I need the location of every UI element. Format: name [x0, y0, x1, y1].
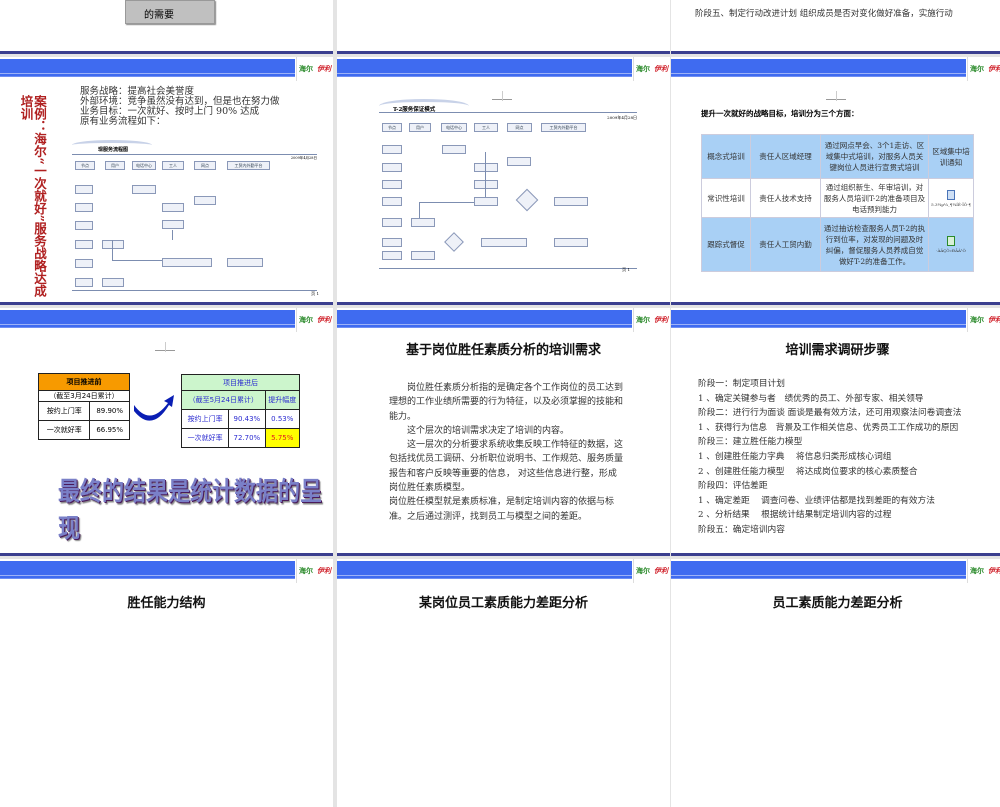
- paragraph: 这个层次的培训需求决定了培训的内容。: [407, 425, 570, 436]
- slide-thumbnail[interactable]: 海尔 伊利 基于岗位胜任素质分析的培训需求 岗位胜任素质分析指的是确定各个工作岗位…: [337, 308, 670, 556]
- before-table: 项目推进前 （截至3月24日累计） 按约上门率 89.90% 一次就好率 66.95…: [37, 373, 130, 440]
- vertical-title: 案例：海尔“一次就好”服务战略达成培训: [18, 95, 48, 297]
- step-line: 2 、创建胜任能力模型 将达成岗位要求的核心素质整合: [698, 466, 918, 477]
- logo: 海尔伊利: [967, 308, 1000, 332]
- logo: 海尔伊利: [296, 57, 333, 81]
- step-line: 阶段一：制定项目计划: [698, 379, 785, 389]
- slide-thumbnail[interactable]: 海尔 伊利 胜任能力结构: [0, 559, 333, 807]
- word-document-icon[interactable]: [947, 189, 955, 200]
- step-line: 1 、创建胜任能力字典 将信息归类形成核心词组: [698, 451, 892, 462]
- step-line: 阶段四：评估差距: [698, 481, 768, 492]
- paragraph: 岗位胜任模型就是素质标准，是制定培训内容的依据与标准。之后通过测评，找到员工与模…: [389, 497, 615, 522]
- stage-five-text: 阶段五、制定行动改进计划 组织成员是否对变化做好准备，实施行动: [695, 9, 953, 19]
- slide-thumbnail[interactable]: 海尔 伊利 T-2服务保证模式 2009年4月28日 节点 用户 电话中心 工人 …: [337, 57, 670, 305]
- slide-thumbnail[interactable]: 海尔伊利 培训需求调研步骤 阶段一：制定项目计划 1 、确定关键参与者 绩优秀的…: [671, 308, 1000, 556]
- step-line: 阶段三：建立胜任能力模型: [698, 437, 803, 448]
- logo: 海尔伊利: [633, 57, 670, 81]
- logo: 海尔伊利: [296, 308, 333, 332]
- logo: 海尔伊利: [633, 559, 670, 583]
- slide-header-bar: [671, 59, 966, 77]
- logo: 海尔伊利: [633, 308, 670, 332]
- slide-thumbnail[interactable]: 的需要: [0, 0, 333, 54]
- training-table: 概念式培训 责任人区域经理 通过网点早会、3个1走访、区域集中式培训，对服务人员关键…: [701, 134, 974, 272]
- flowchart: T-2服务保证模式 2009年4月28日 节点 用户 电话中心 工人 网点 工贸…: [379, 97, 637, 277]
- slide-title: 员工素质能力差距分析: [772, 596, 903, 611]
- body-line: 原有业务流程如下：: [80, 116, 166, 127]
- slide-title: 胜任能力结构: [127, 596, 206, 611]
- step-line: 2 、分析结果 根据统计结果制定培训内容的过程: [698, 510, 892, 521]
- step-line: 1 、获得行为信息 背景及工作相关信息、优秀员工工作成功的原因: [698, 422, 959, 433]
- slide-thumbnail[interactable]: 阶段五、制定行动改进计划 组织成员是否对变化做好准备，实施行动: [671, 0, 1000, 54]
- excel-document-icon[interactable]: [947, 236, 955, 246]
- slide-thumbnail[interactable]: 海尔 伊利 项目推进前 （截至3月24日累计） 按约上门率 89.90% 一次就好率…: [0, 308, 333, 556]
- slide-header-bar: [0, 310, 295, 328]
- step-line: 阶段五：确定培训内容: [698, 524, 785, 535]
- slide-header-bar: [337, 59, 632, 77]
- slide-header-bar: [337, 561, 632, 579]
- slide-header-bar: [671, 561, 966, 579]
- logo: 海尔伊利: [296, 559, 333, 583]
- slide-thumbnail[interactable]: 海尔伊利 员工素质能力差距分析: [671, 559, 1000, 807]
- slide-header-bar: [337, 310, 632, 328]
- slide-title: 某岗位员工素质能力差距分析: [418, 596, 588, 611]
- paragraph: 岗位胜任素质分析指的是确定各个工作岗位的员工达到理想的工作业绩所需要的行为特征，…: [389, 383, 624, 422]
- slide-title: 培训需求调研步骤: [785, 343, 890, 358]
- flowchart: 现服务流程图 2009年4月28日 节点 用户 电话中心 工人 网点 工贸内外勤…: [72, 140, 317, 291]
- slide-header-bar: [671, 310, 966, 328]
- slide-title: 基于岗位胜任素质分析的培训需求: [405, 343, 601, 358]
- slide-thumbnail[interactable]: 海尔伊利 提升一次就好的战略目标，培训分为三个方面： 概念式培训责任人区域经理通…: [671, 57, 1000, 305]
- curved-arrow-icon: [134, 395, 174, 421]
- slide-header-bar: [0, 59, 295, 77]
- slide-thumbnail[interactable]: 海尔 伊利 某岗位员工素质能力差距分析: [337, 559, 670, 807]
- step-line: 1 、确定差距 调查问卷、业绩评估都是找到差距的有效方法: [698, 495, 935, 506]
- slide-thumbnail[interactable]: [337, 0, 670, 54]
- paragraph: 这一层次的分析要求系统收集反映工作特征的数据，这包括找优员工调研、分析职位说明书…: [389, 440, 624, 494]
- step-line: 1 、确定关键参与者 绩优秀的员工、外部专家、相关领导: [698, 393, 924, 404]
- need-button: 的需要: [125, 0, 215, 24]
- logo: 海尔伊利: [967, 559, 1000, 583]
- logo: 海尔伊利: [967, 57, 1000, 81]
- result-banner: 最终的结果是统计数据的呈现: [58, 478, 323, 544]
- step-line: 阶段二：进行行为面谈 面谈是最有效方法，还可用观察法问卷调查法: [698, 408, 962, 419]
- slide-thumbnail[interactable]: 海尔 伊利 案例：海尔“一次就好”服务战略达成培训 服务战略：提高社会美誉度 外部…: [0, 57, 333, 305]
- training-heading: 提升一次就好的战略目标，培训分为三个方面：: [701, 109, 859, 118]
- slide-header-bar: [0, 561, 295, 579]
- after-table: 项目推进后 （截至5月24日累计） 提升幅度 按约上门率 90.43% 0.53% 一…: [180, 374, 301, 448]
